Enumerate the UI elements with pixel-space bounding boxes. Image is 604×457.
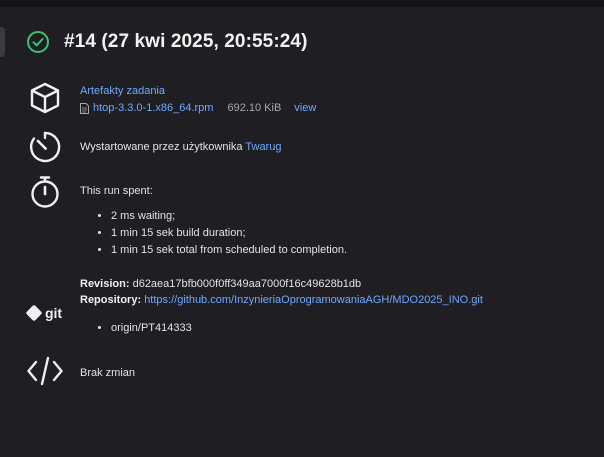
stopwatch-icon	[31, 176, 59, 208]
run-time-title: This run spent:	[80, 185, 153, 197]
repository-link[interactable]: https://github.com/InzynieriaOprogramowa…	[144, 294, 483, 306]
repository-label: Repository:	[80, 294, 142, 306]
code-icon	[27, 356, 63, 386]
check-circle-icon	[27, 31, 49, 53]
artifact-view-link[interactable]: view	[294, 102, 316, 114]
run-time-list: 2 ms waiting; 1 min 15 sek build duratio…	[80, 210, 347, 256]
artifact-file-size: 692.10 KiB	[227, 102, 282, 114]
sidebar-edge	[0, 27, 5, 57]
git-icon: git	[25, 287, 62, 339]
artifacts-link[interactable]: Artefakty zadania	[80, 85, 316, 97]
package-cube-icon	[30, 82, 60, 114]
branch-list: origin/PT414333	[80, 322, 483, 334]
run-time-section: This run spent: 2 ms waiting; 1 min 15 s…	[26, 174, 347, 261]
changes-section: Brak zmian	[26, 355, 135, 387]
started-by-section: Wystartowane przez użytkownika Twarug	[26, 129, 281, 165]
list-item: origin/PT414333	[111, 322, 483, 334]
top-bar	[0, 0, 604, 7]
changes-text: Brak zmian	[80, 367, 136, 379]
timer-icon	[29, 131, 61, 163]
build-header: #14 (27 kwi 2025, 20:55:24)	[26, 30, 308, 54]
list-item: 2 ms waiting;	[111, 210, 347, 222]
list-item: 1 min 15 sek total from scheduled to com…	[111, 244, 347, 256]
revision-hash: d62aea17bfb000f0ff349aa7000f16c49628b1db	[132, 278, 362, 290]
artifact-file-link[interactable]: htop-3.3.0-1.x86_64.rpm	[93, 102, 213, 114]
file-icon	[80, 102, 89, 114]
started-by-text: Wystartowane przez użytkownika	[80, 141, 243, 153]
list-item: 1 min 15 sek build duration;	[111, 227, 347, 239]
revision-label: Revision:	[80, 278, 130, 290]
git-section: git Revision: d62aea17bfb000f0ff349aa700…	[25, 276, 483, 339]
page-title: #14 (27 kwi 2025, 20:55:24)	[64, 31, 308, 52]
artifacts-section: Artefakty zadania htop-3.3.0-1.x86_64.rp…	[26, 80, 316, 116]
user-link[interactable]: Twarug	[245, 141, 281, 153]
